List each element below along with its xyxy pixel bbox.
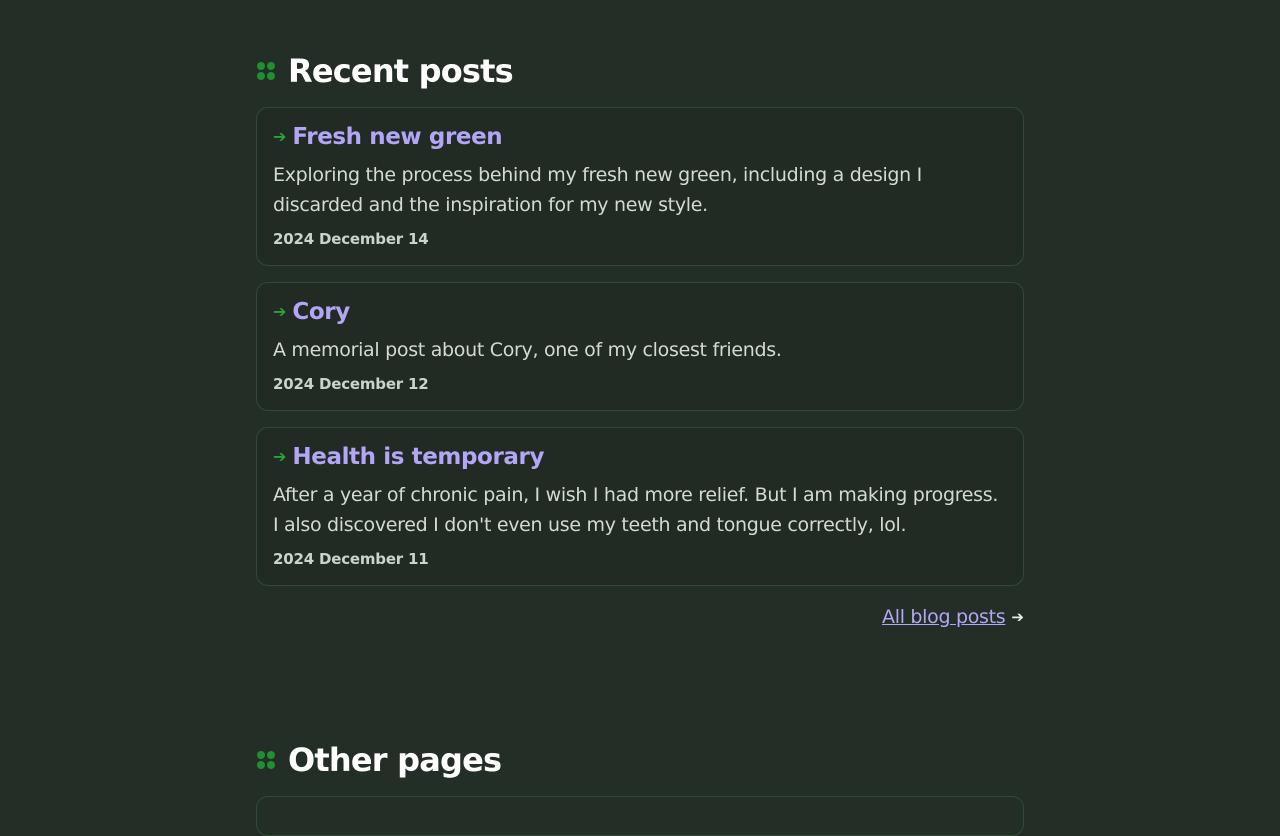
post-date: 2024 December 11 <box>273 550 429 568</box>
arrow-right-icon: ➔ <box>273 127 287 146</box>
post-card: ➔ Health is temporary After a year of ch… <box>256 427 1024 586</box>
page-card <box>256 796 1024 836</box>
post-description: Exploring the process behind my fresh ne… <box>273 164 922 216</box>
post-title-link[interactable]: Fresh new green <box>292 121 502 153</box>
recent-posts-heading: Recent posts <box>256 51 1024 91</box>
post-date: 2024 December 14 <box>273 230 429 248</box>
recent-posts-title: Recent posts <box>288 52 514 90</box>
post-title-row: ➔ Health is temporary <box>273 441 1007 473</box>
arrow-right-icon: ➔ <box>273 447 287 466</box>
post-card: ➔ Fresh new green Exploring the process … <box>256 107 1024 266</box>
arrow-right-icon: ➔ <box>1011 608 1024 626</box>
post-list: ➔ Fresh new green Exploring the process … <box>256 107 1024 586</box>
post-description: After a year of chronic pain, I wish I h… <box>273 484 999 536</box>
dots-icon <box>256 61 276 81</box>
main-content: Recent posts ➔ Fresh new green Exploring… <box>256 0 1024 836</box>
post-title-link[interactable]: Health is temporary <box>292 441 544 473</box>
post-date: 2024 December 12 <box>273 375 429 393</box>
post-card: ➔ Cory A memorial post about Cory, one o… <box>256 282 1024 411</box>
post-title-row: ➔ Fresh new green <box>273 121 1007 153</box>
other-pages-title: Other pages <box>288 741 502 779</box>
all-blog-posts-link[interactable]: All blog posts <box>882 606 1006 628</box>
arrow-right-icon: ➔ <box>273 302 287 321</box>
other-pages-heading: Other pages <box>256 740 502 780</box>
post-title-row: ➔ Cory <box>273 296 1007 328</box>
dots-icon <box>256 750 276 770</box>
post-description: A memorial post about Cory, one of my cl… <box>273 339 782 361</box>
all-posts-row: All blog posts ➔ <box>256 602 1024 632</box>
post-title-link[interactable]: Cory <box>292 296 350 328</box>
